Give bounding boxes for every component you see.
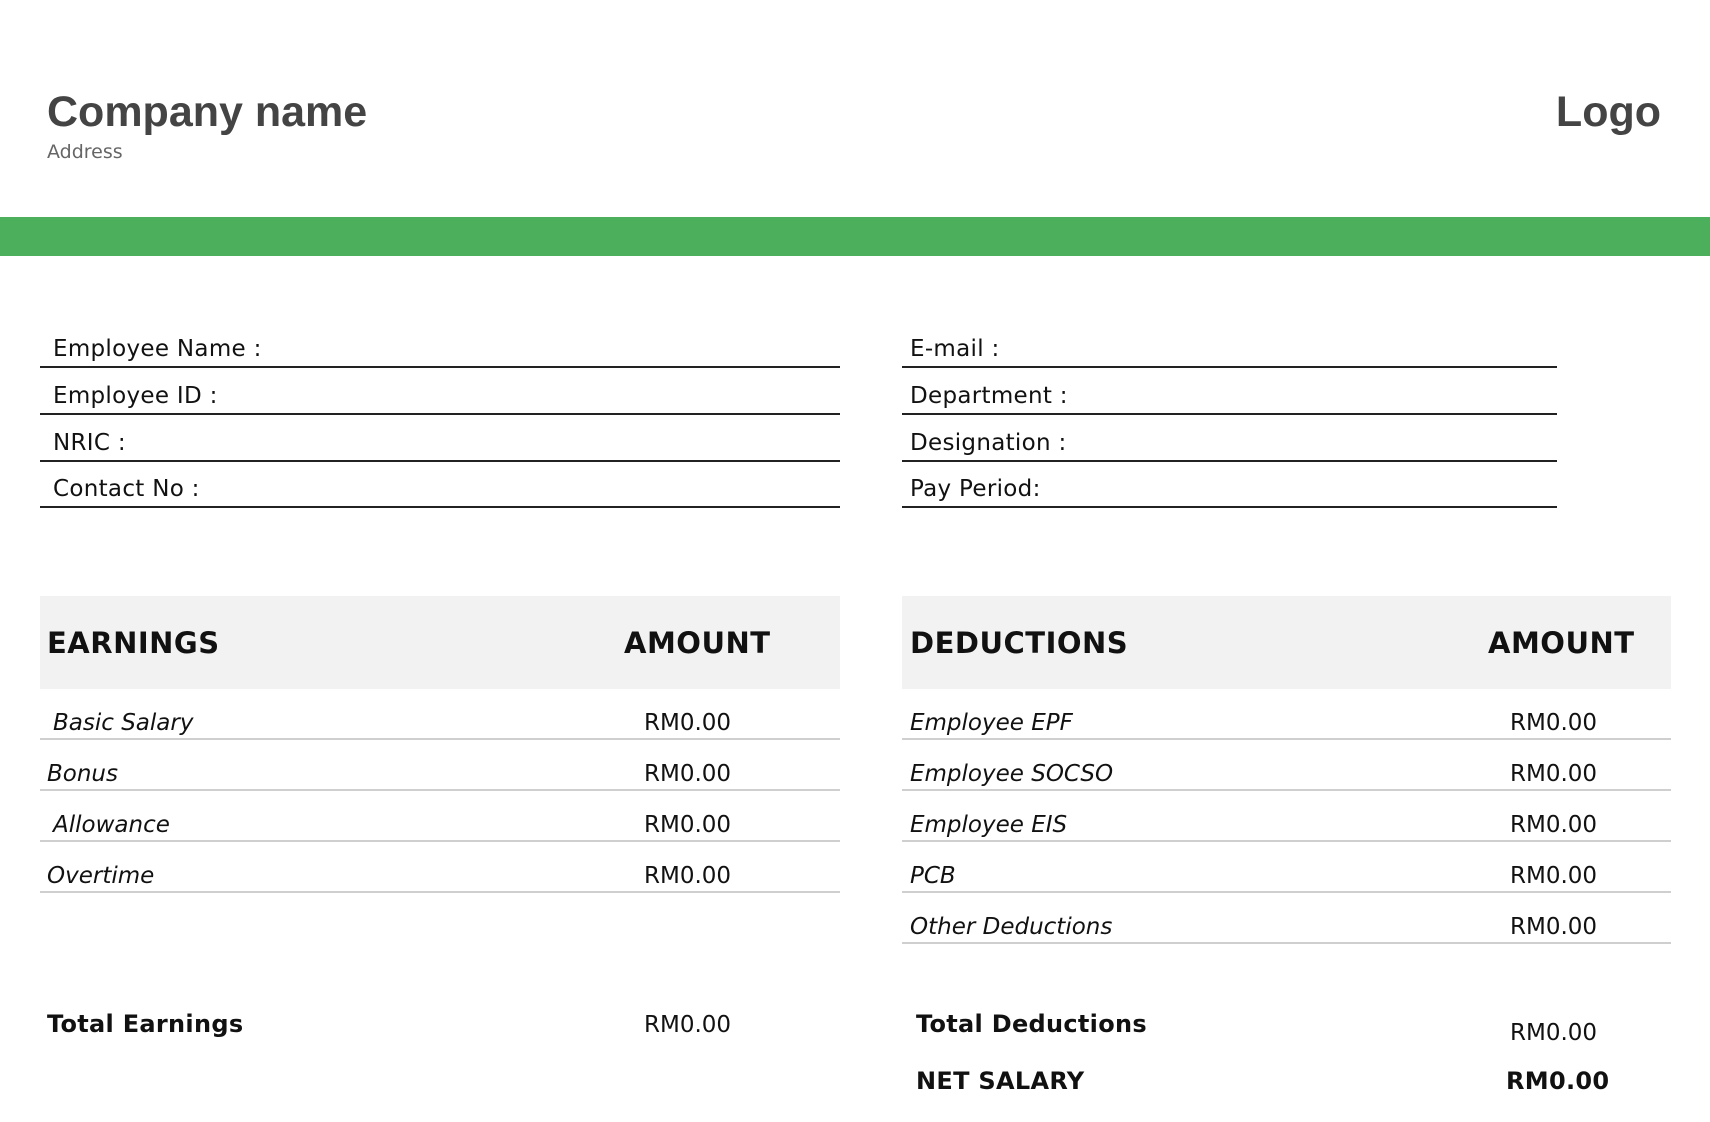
deduction-label: Employee EPF xyxy=(910,710,1073,736)
nric-field[interactable]: NRIC : xyxy=(40,416,840,462)
earning-amount: RM0.00 xyxy=(644,761,732,787)
header-band xyxy=(0,217,1710,256)
deduction-label: Employee SOCSO xyxy=(910,761,1114,787)
deductions-amount-heading: AMOUNT xyxy=(1488,626,1635,660)
field-label: Designation : xyxy=(910,430,1067,456)
table-row: Other Deductions RM0.00 xyxy=(902,893,1671,944)
table-row: Allowance RM0.00 xyxy=(40,791,840,842)
company-address: Address xyxy=(47,141,123,163)
table-row: Employee EIS RM0.00 xyxy=(902,791,1671,842)
total-earnings-amount: RM0.00 xyxy=(644,1012,732,1038)
table-row: Bonus RM0.00 xyxy=(40,740,840,791)
deduction-amount: RM0.00 xyxy=(1510,710,1598,736)
table-row: Overtime RM0.00 xyxy=(40,842,840,893)
email-field[interactable]: E-mail : xyxy=(902,322,1557,368)
employee-name-field[interactable]: Employee Name : xyxy=(40,322,840,368)
field-label: Employee Name : xyxy=(53,336,262,362)
earning-amount: RM0.00 xyxy=(644,812,732,838)
deduction-amount: RM0.00 xyxy=(1510,812,1598,838)
table-row: Employee SOCSO RM0.00 xyxy=(902,740,1671,791)
employee-id-field[interactable]: Employee ID : xyxy=(40,369,840,415)
total-deductions-label: Total Deductions xyxy=(916,1010,1147,1038)
earnings-header: EARNINGS AMOUNT xyxy=(40,596,840,689)
table-row: Employee EPF RM0.00 xyxy=(902,689,1671,740)
deduction-amount: RM0.00 xyxy=(1510,863,1598,889)
deductions-heading: DEDUCTIONS xyxy=(910,626,1129,660)
earning-amount: RM0.00 xyxy=(644,710,732,736)
earning-label: Basic Salary xyxy=(53,710,194,736)
deduction-label: PCB xyxy=(910,863,956,889)
earning-label: Overtime xyxy=(47,863,155,889)
field-label: Department : xyxy=(910,383,1068,409)
deduction-label: Other Deductions xyxy=(910,914,1113,940)
department-field[interactable]: Department : xyxy=(902,369,1557,415)
field-label: Contact No : xyxy=(53,476,200,502)
field-label: Employee ID : xyxy=(53,383,218,409)
earning-label: Bonus xyxy=(47,761,118,787)
field-label: Pay Period: xyxy=(910,476,1041,502)
deduction-amount: RM0.00 xyxy=(1510,761,1598,787)
total-earnings-label: Total Earnings xyxy=(47,1010,244,1038)
table-row: Basic Salary RM0.00 xyxy=(40,689,840,740)
deductions-header: DEDUCTIONS AMOUNT xyxy=(902,596,1671,689)
company-name: Company name xyxy=(47,88,368,136)
earning-label: Allowance xyxy=(53,812,170,838)
company-logo: Logo xyxy=(1555,88,1661,136)
designation-field[interactable]: Designation : xyxy=(902,416,1557,462)
net-salary-label: NET SALARY xyxy=(916,1067,1085,1095)
pay-period-field[interactable]: Pay Period: xyxy=(902,462,1557,508)
earning-amount: RM0.00 xyxy=(644,863,732,889)
deduction-amount: RM0.00 xyxy=(1510,914,1598,940)
field-label: E-mail : xyxy=(910,336,1000,362)
total-deductions-amount: RM0.00 xyxy=(1510,1020,1598,1046)
net-salary-amount: RM0.00 xyxy=(1506,1067,1610,1095)
deduction-label: Employee EIS xyxy=(910,812,1068,838)
table-row: PCB RM0.00 xyxy=(902,842,1671,893)
field-label: NRIC : xyxy=(53,430,126,456)
earnings-amount-heading: AMOUNT xyxy=(624,626,771,660)
contact-no-field[interactable]: Contact No : xyxy=(40,462,840,508)
earnings-heading: EARNINGS xyxy=(47,626,220,660)
